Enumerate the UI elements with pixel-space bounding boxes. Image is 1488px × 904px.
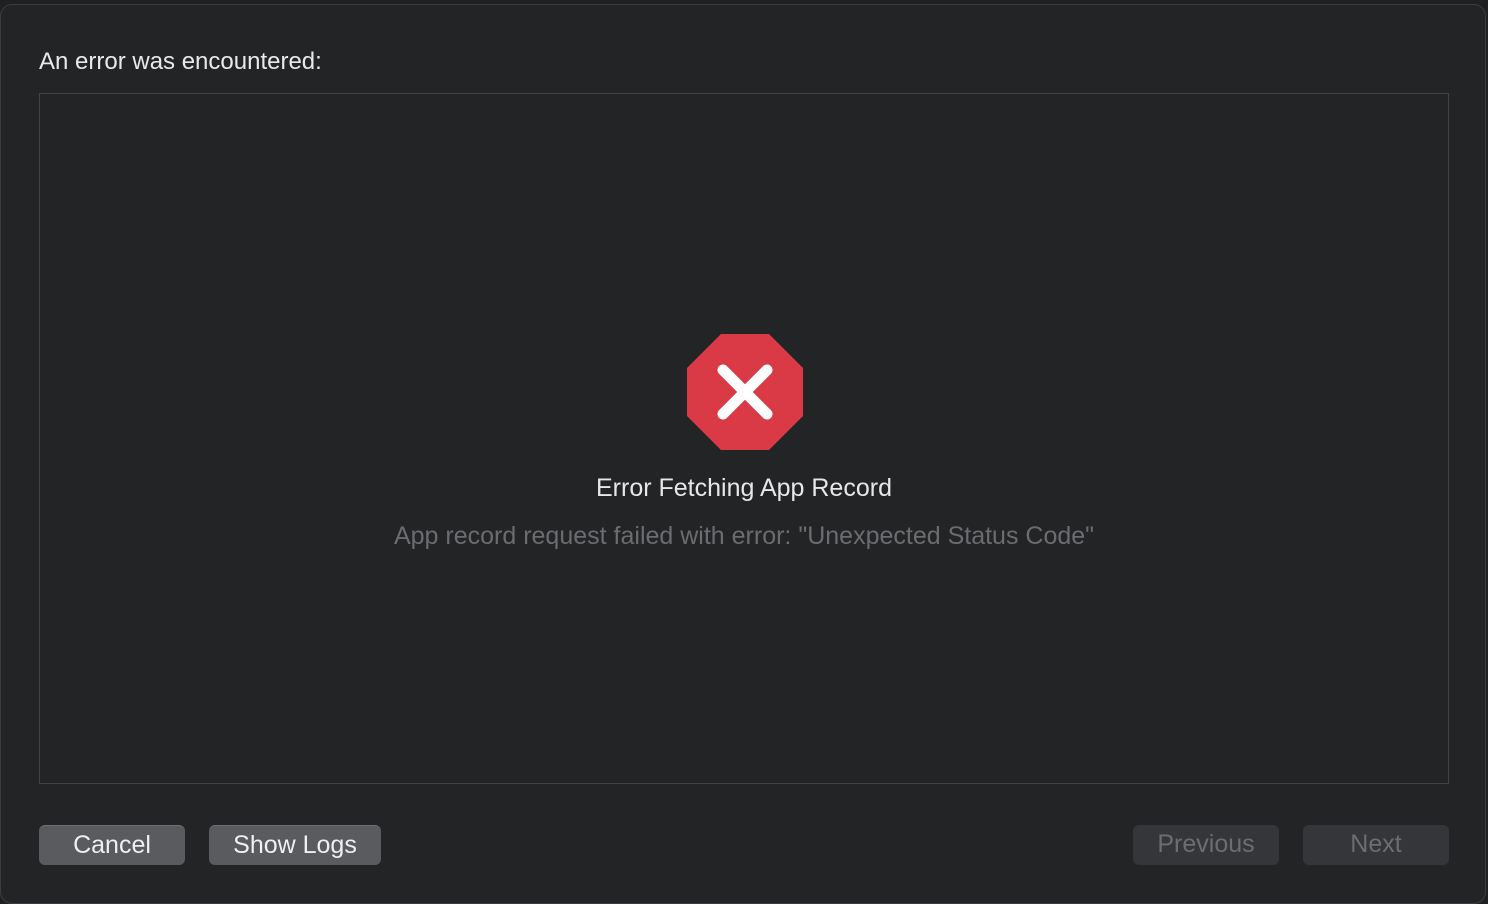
next-button[interactable]: Next — [1303, 825, 1449, 865]
show-logs-button[interactable]: Show Logs — [209, 825, 381, 865]
error-dialog: An error was encountered: Error Fetching… — [0, 4, 1486, 904]
error-title: Error Fetching App Record — [596, 474, 892, 502]
error-octagon-x-icon — [687, 334, 803, 450]
dialog-header: An error was encountered: — [39, 48, 322, 75]
error-content-panel: Error Fetching App Record App record req… — [39, 93, 1449, 784]
cancel-button[interactable]: Cancel — [39, 825, 185, 865]
error-message: App record request failed with error: "U… — [393, 522, 1095, 550]
previous-button[interactable]: Previous — [1133, 825, 1279, 865]
